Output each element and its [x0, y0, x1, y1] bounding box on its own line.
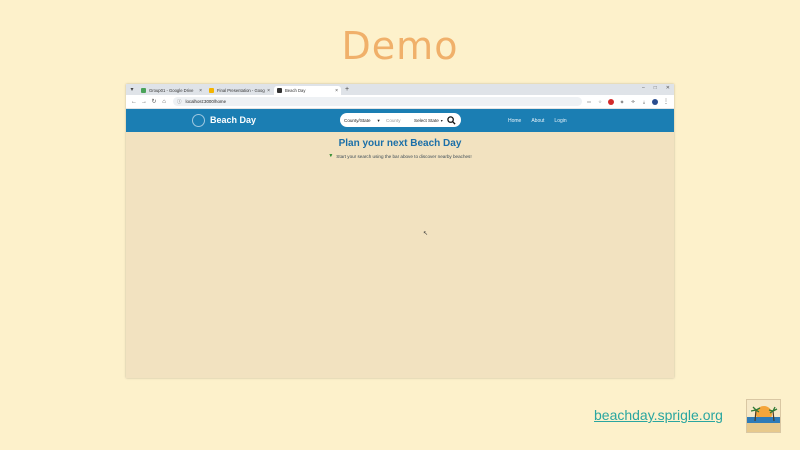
home-icon[interactable]: ⌂	[159, 99, 169, 105]
tab-strip: ▾ Group01 - Google Drive × Final Present…	[126, 84, 674, 95]
brand-name[interactable]: Beach Day	[210, 115, 256, 125]
caret-down-icon: ▾	[440, 117, 443, 123]
minimize-icon[interactable]: –	[642, 85, 645, 91]
info-icon[interactable]: ⓘ	[177, 99, 182, 105]
puzzle-icon[interactable]: ✣	[630, 99, 636, 105]
reload-icon[interactable]: ↻	[149, 98, 159, 105]
download-icon[interactable]: ⤓	[641, 99, 647, 105]
state-select-label: Select State	[414, 117, 439, 123]
slides-favicon-icon	[209, 88, 214, 93]
tab-title: Group01 - Google Drive	[149, 88, 194, 93]
pin-icon: ▼	[328, 153, 334, 159]
menu-dots-icon[interactable]: ⋮	[663, 99, 669, 105]
close-icon[interactable]: ×	[335, 88, 338, 94]
state-select[interactable]: Select State ▾	[414, 118, 446, 123]
slide-title: Demo	[341, 24, 459, 68]
new-tab-icon[interactable]: +	[345, 86, 349, 93]
drive-favicon-icon	[141, 88, 146, 93]
search-hint-text: Start your search using the bar above to…	[336, 153, 472, 159]
search-hint: ▼ Start your search using the bar above …	[126, 153, 674, 159]
tab-search-icon[interactable]: ▾	[128, 86, 136, 94]
beach-day-logo	[746, 399, 781, 433]
address-bar[interactable]: ⓘ localhost:3000/home	[173, 97, 582, 106]
window-controls: – □ ✕	[642, 85, 670, 91]
beach-ball-icon[interactable]	[192, 114, 205, 127]
tab-group01-drive[interactable]: Group01 - Google Drive ×	[138, 86, 205, 95]
profile-avatar-icon[interactable]	[652, 98, 658, 105]
browser-window: ▾ Group01 - Google Drive × Final Present…	[126, 84, 674, 378]
search-bar: County/State ▼ County Select State ▾	[340, 113, 461, 127]
nav-about[interactable]: About	[531, 118, 544, 124]
footer-link[interactable]: beachday.sprigle.org	[594, 407, 723, 423]
forward-icon[interactable]: →	[139, 99, 149, 105]
close-icon[interactable]: ×	[267, 88, 270, 94]
extension-red-icon[interactable]	[608, 98, 614, 105]
star-icon[interactable]: ☆	[597, 99, 603, 105]
county-state-select[interactable]: County/State ▼	[344, 118, 386, 123]
extensions: ▭ ☆ ◈ ✣ ⤓ ⋮	[586, 98, 669, 105]
back-icon[interactable]: ←	[129, 99, 139, 105]
close-icon[interactable]: ×	[199, 88, 202, 94]
search-icon[interactable]	[446, 115, 456, 125]
tab-beach-day[interactable]: Beach Day ×	[274, 86, 341, 95]
beach-logo-icon	[747, 400, 780, 432]
tab-final-presentation[interactable]: Final Presentation - Google Sli ×	[206, 86, 273, 95]
close-window-icon[interactable]: ✕	[666, 85, 670, 91]
page-title: Plan your next Beach Day	[338, 138, 462, 149]
nav-login[interactable]: Login	[554, 118, 566, 124]
shield-icon[interactable]: ◈	[619, 99, 625, 105]
county-input[interactable]: County	[386, 118, 414, 123]
maximize-icon[interactable]: □	[654, 85, 657, 91]
county-state-select-label: County/State	[344, 117, 371, 123]
screen-icon[interactable]: ▭	[586, 99, 592, 105]
beachday-favicon-icon	[277, 88, 282, 93]
mouse-cursor-icon: ↖	[423, 231, 429, 237]
browser-toolbar: ← → ↻ ⌂ ⓘ localhost:3000/home ▭ ☆ ◈ ✣ ⤓ …	[126, 95, 674, 109]
tab-title: Final Presentation - Google Sli	[217, 88, 265, 93]
header-nav: Home About Login	[508, 118, 567, 124]
caret-down-icon: ▼	[376, 117, 381, 123]
url-text: localhost:3000/home	[185, 99, 227, 104]
nav-home[interactable]: Home	[508, 118, 521, 124]
app-header: Beach Day County/State ▼ County Select S…	[126, 109, 674, 132]
tab-title: Beach Day	[285, 88, 306, 93]
